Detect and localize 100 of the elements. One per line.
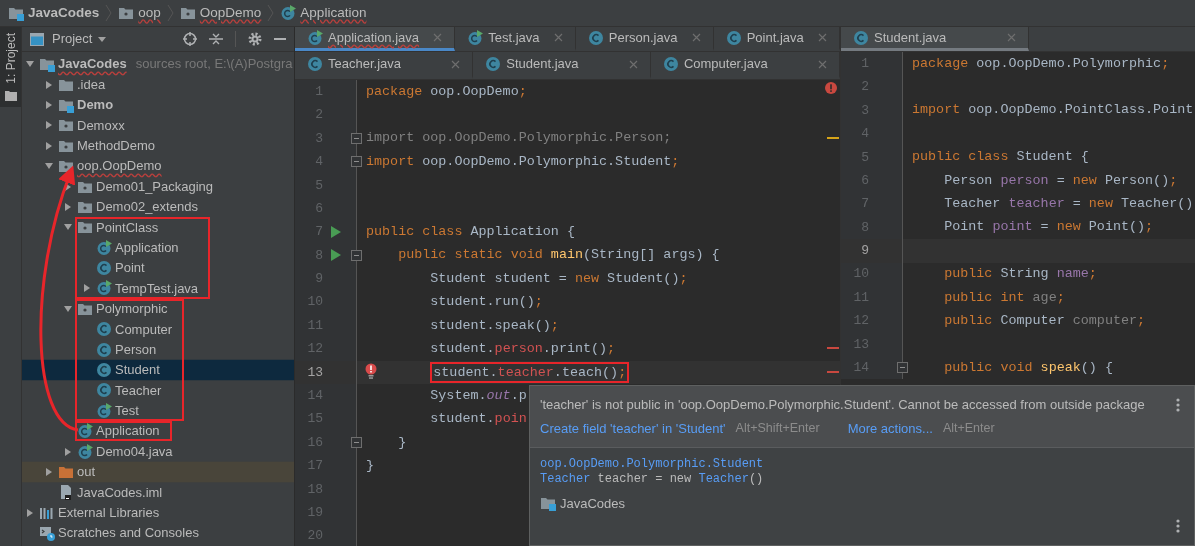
collapse-all-icon[interactable] [209, 32, 223, 46]
tree-item[interactable]: MethodDemo [43, 135, 294, 156]
breadcrumb-item[interactable]: OopDemo [179, 2, 262, 24]
runnable-class-icon [96, 239, 112, 256]
error-status-icon[interactable] [825, 82, 837, 94]
tree-item[interactable]: JavaCodes sources root, E:\(A)Postgra [24, 54, 294, 75]
code-line: package oop.OopDemo.Polymorphic; [912, 54, 1170, 73]
breadcrumb-item[interactable]: JavaCodes [8, 2, 100, 24]
collapsed-arrow-icon[interactable] [63, 446, 73, 457]
collapsed-arrow-icon[interactable] [44, 99, 54, 110]
code-line: Person person = new Person(); [944, 171, 1178, 190]
error-stripe-mark[interactable] [827, 347, 839, 350]
shortcut-hint: Alt+Shift+Enter [735, 420, 820, 438]
class-icon [662, 56, 679, 72]
tree-item[interactable]: Polymorphic [62, 298, 173, 320]
tree-item[interactable]: PointClass [62, 217, 199, 238]
tree-item[interactable]: Test [81, 400, 173, 422]
code-line: import oop.OopDemo.PointClass.Point [912, 101, 1194, 120]
tree-item[interactable]: Point [81, 257, 199, 279]
tree-item[interactable]: Scratches and Consoles [24, 523, 294, 544]
close-icon[interactable] [553, 33, 563, 42]
code-line: public class Student { [912, 148, 1089, 167]
collapsed-arrow-icon[interactable] [44, 467, 54, 477]
editor-tab[interactable]: Test.java [455, 27, 576, 51]
runnable-class-icon [77, 443, 93, 460]
fold-icon[interactable] [351, 156, 362, 168]
package-icon [77, 219, 93, 236]
tree-item[interactable]: oop.OopDemo [43, 155, 294, 177]
collapsed-arrow-icon[interactable] [44, 140, 54, 151]
editor-tab[interactable]: Student.java [841, 27, 1029, 51]
close-icon[interactable] [451, 59, 461, 69]
quick-fix-link[interactable]: More actions... [847, 419, 933, 439]
code-line: public Computer computer; [944, 311, 1146, 330]
tree-item[interactable]: JavaCodes.iml [43, 482, 294, 503]
code-line: student.poin [430, 410, 527, 429]
code-line: import oop.OopDemo.Polymorphic.Student; [366, 152, 680, 171]
run-icon[interactable] [330, 249, 342, 262]
tree-item[interactable]: Application [81, 237, 199, 258]
tree-item[interactable]: Demoxx [43, 115, 294, 136]
folder-icon [58, 464, 74, 480]
code-line: public String name; [944, 265, 1097, 284]
tree-item[interactable]: Demo [43, 94, 294, 116]
settings-icon[interactable] [248, 32, 262, 46]
tree-item[interactable]: External Libraries [24, 502, 294, 523]
tree-item[interactable]: Computer [81, 319, 173, 340]
error-stripe-mark[interactable] [827, 370, 839, 373]
tree-item[interactable]: TempTest.java [81, 278, 199, 299]
collapsed-arrow-icon[interactable] [82, 283, 92, 294]
view-selector[interactable]: Project [52, 29, 107, 49]
fold-icon[interactable] [351, 249, 362, 261]
editor-tab[interactable]: Teacher.java [295, 52, 474, 79]
tree-item[interactable]: Demo04.java [62, 441, 294, 462]
runnable-class-icon [96, 402, 112, 419]
collapsed-arrow-icon[interactable] [63, 201, 73, 212]
close-icon[interactable] [818, 59, 827, 69]
quick-fix-link[interactable]: Create field 'teacher' in 'Student' [540, 419, 726, 439]
tree-item[interactable]: Application [62, 421, 160, 442]
close-icon[interactable] [628, 59, 638, 69]
error-message: 'teacher' is not public in 'oop.OopDemo.Polymorphic.Student'. Cannot be accessed from outside package [540, 396, 1146, 414]
editor-tab[interactable]: Person.java [575, 27, 714, 51]
tree-item[interactable]: .idea [43, 74, 294, 95]
caret-icon [98, 36, 107, 42]
editor-tab[interactable]: Application.java [295, 27, 456, 51]
module-icon [8, 5, 24, 21]
more-icon[interactable] [1176, 519, 1180, 533]
code-line: } [398, 433, 407, 452]
fold-icon[interactable] [351, 132, 362, 144]
panel-icon [30, 32, 44, 46]
tree-item[interactable]: Teacher [81, 380, 173, 401]
close-icon[interactable] [818, 33, 827, 42]
breadcrumb-item[interactable]: Application [280, 2, 367, 24]
runnable-class-icon [467, 29, 484, 46]
runnable-class-icon [77, 423, 93, 440]
tool-window-tab[interactable]: 1: Project [0, 27, 21, 107]
path-note: sources root, E:\(A)Postgra [135, 55, 293, 74]
code-line: System.out.p [430, 386, 527, 405]
tree-item[interactable]: Demo02_extends [62, 196, 294, 218]
collapsed-arrow-icon[interactable] [44, 120, 54, 131]
error-bulb-icon[interactable] [365, 362, 377, 379]
fold-icon[interactable] [897, 362, 908, 374]
declaration-line: oop.OopDemo.Polymorphic.Student [540, 456, 765, 472]
class-icon [96, 362, 112, 379]
run-icon[interactable] [330, 226, 342, 239]
package-icon [58, 158, 74, 175]
collapsed-arrow-icon[interactable] [25, 507, 35, 518]
expanded-arrow-icon[interactable] [63, 303, 73, 314]
collapsed-arrow-icon[interactable] [44, 79, 54, 90]
tree-item[interactable]: Demo01_Packaging [62, 176, 294, 197]
editor-tab[interactable]: Student.java [473, 52, 651, 79]
more-icon[interactable] [1176, 398, 1180, 412]
module-name: JavaCodes [560, 494, 626, 513]
code-line: package oop.OopDemo; [366, 82, 527, 101]
breadcrumb-item[interactable]: oop [118, 2, 161, 24]
package-icon [179, 5, 196, 21]
tree-item[interactable]: Person [81, 339, 173, 360]
fold-icon[interactable] [351, 437, 362, 449]
warning-stripe-mark[interactable] [827, 136, 839, 139]
class-icon [96, 341, 112, 358]
close-icon[interactable] [691, 33, 701, 42]
crosshair-icon[interactable] [183, 32, 197, 46]
